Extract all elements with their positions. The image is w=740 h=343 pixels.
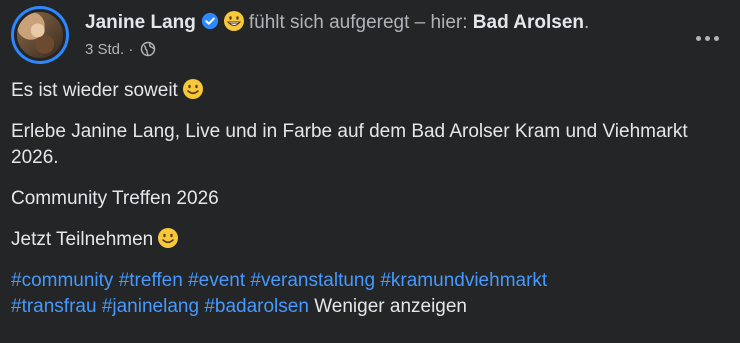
- post-paragraph-2: Erlebe Janine Lang, Live und in Farbe au…: [11, 121, 688, 168]
- avatar-image: [14, 9, 66, 61]
- author-name[interactable]: Janine Lang: [85, 12, 196, 33]
- grinning-face-icon: [223, 11, 244, 31]
- hashtag-link[interactable]: #badarolsen: [204, 296, 309, 317]
- hashtag-link[interactable]: #janinelang: [102, 296, 199, 317]
- hashtag-link[interactable]: #transfrau: [11, 296, 97, 317]
- hashtag-link[interactable]: #kramundviehmarkt: [380, 270, 547, 291]
- smiling-face-icon: [158, 228, 179, 248]
- post-body: Es ist wieder soweit Erlebe Janine Lang,…: [11, 78, 729, 320]
- post-timestamp[interactable]: 3 Std.: [85, 41, 124, 58]
- post-meta: 3 Std. ·: [85, 40, 156, 60]
- post-paragraph-1: Es ist wieder soweit: [11, 78, 729, 104]
- post-paragraph-4: Jetzt Teilnehmen: [11, 227, 729, 253]
- feeling-text: fühlt sich aufgeregt – hier:: [248, 12, 468, 33]
- avatar[interactable]: [11, 6, 69, 64]
- location-suffix: .: [584, 12, 590, 33]
- hashtag-link[interactable]: #event: [188, 270, 245, 291]
- verified-badge-icon: [201, 12, 218, 30]
- hashtag-link[interactable]: #veranstaltung: [250, 270, 375, 291]
- hashtag-link[interactable]: #community: [11, 270, 113, 291]
- post-paragraph-3: Community Treffen 2026: [11, 188, 219, 209]
- paragraph-text: Jetzt Teilnehmen: [11, 229, 154, 250]
- meta-separator: ·: [128, 41, 134, 58]
- more-options-icon[interactable]: [689, 20, 725, 56]
- hashtag-block: #community #treffen #event #veranstaltun…: [11, 268, 729, 320]
- hashtag-link[interactable]: #treffen: [119, 270, 183, 291]
- post-header: Janine Lang fühlt sich aufgeregt – hier:…: [11, 6, 729, 64]
- smiling-face-icon: [182, 79, 203, 99]
- post-header-line: Janine Lang fühlt sich aufgeregt – hier:…: [85, 10, 589, 35]
- globe-icon[interactable]: [140, 41, 156, 57]
- paragraph-text: Es ist wieder soweit: [11, 80, 178, 101]
- show-less-link[interactable]: Weniger anzeigen: [314, 296, 467, 317]
- location-link[interactable]: Bad Arolsen: [473, 12, 584, 33]
